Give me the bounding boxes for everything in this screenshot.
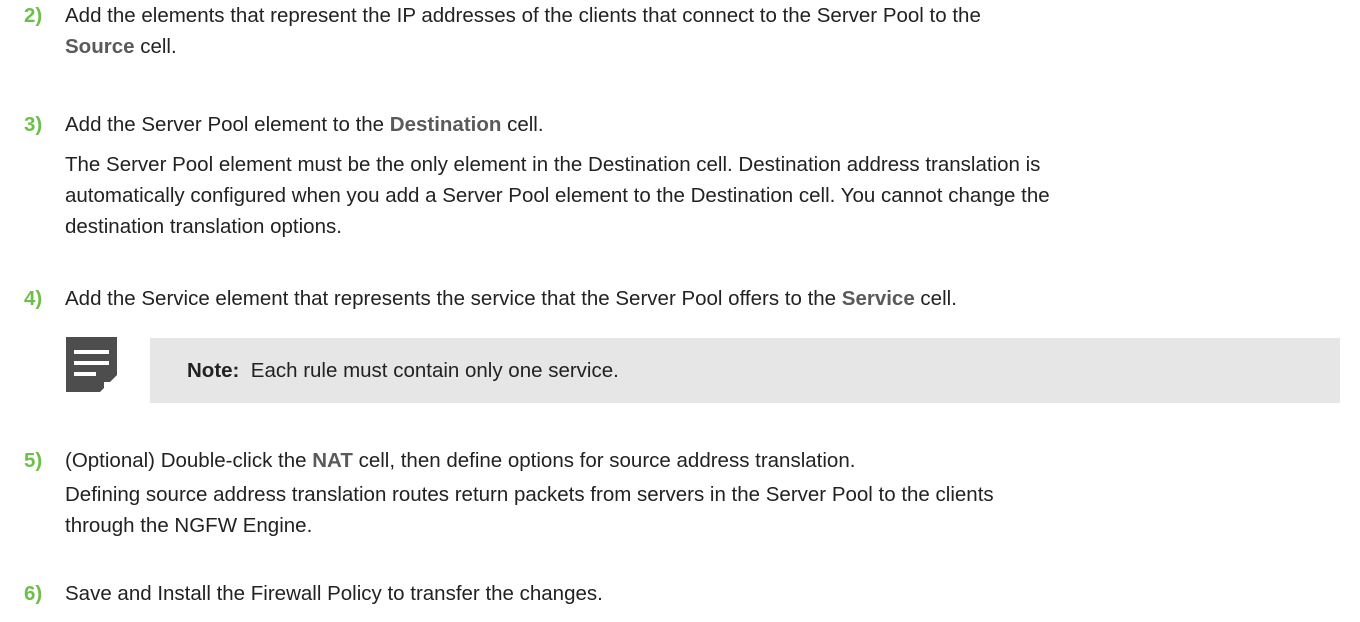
ui-term-destination: Destination [389,113,502,136]
note-text: Note: Each rule must contain only one se… [187,355,619,386]
step-line-head: (Optional) Double-click the [65,449,313,472]
step-text: (Optional) Double-click the NAT cell, th… [65,445,1330,541]
note-label: Note: [187,359,240,382]
paragraph-line: through the NGFW Engine. [65,514,313,537]
step-number: 6) [24,582,43,605]
note-box: Note: Each rule must contain only one se… [150,338,1340,403]
note-icon [66,337,117,392]
step-number: 3) [24,113,43,136]
step-number: 4) [24,287,43,310]
paragraph-line: The Server Pool element must be the only… [65,153,1041,176]
step-line-tail: cell. [501,113,544,136]
step-line: Save and Install the Firewall Policy to … [65,582,603,605]
step-number: 2) [24,4,43,27]
step-line-tail: cell. [914,287,957,310]
step-text: Add the Service element that represents … [65,283,1330,314]
step-line-tail: cell. [134,35,177,58]
step-text: Add the elements that represent the IP a… [65,0,1330,62]
ui-term-service: Service [841,287,915,310]
step-paragraph: Defining source address translation rout… [65,479,1330,541]
step-line: Source cell. [65,31,1330,62]
step-line: (Optional) Double-click the NAT cell, th… [65,445,1330,476]
paragraph-line: Defining source address translation rout… [65,483,994,506]
paragraph-line: automatically configured when you add a … [65,184,1050,207]
step-line-tail: cell, then define options for source add… [352,449,856,472]
step-text: Save and Install the Firewall Policy to … [65,578,1330,609]
step-number: 5) [24,449,43,472]
step-line: Add the Service element that represents … [65,283,1330,314]
note-body: Each rule must contain only one service. [239,359,619,382]
paragraph-line: destination translation options. [65,215,342,238]
step-paragraph: The Server Pool element must be the only… [65,149,1330,242]
ui-term-source: Source [65,35,135,58]
step-line: Add the elements that represent the IP a… [65,4,981,27]
step-line-head: Add the Server Pool element to the [65,113,390,136]
step-line-head: Add the Service element that represents … [65,287,842,310]
step-line: Add the Server Pool element to the Desti… [65,109,1330,140]
step-text: Add the Server Pool element to the Desti… [65,109,1330,242]
ui-term-nat: NAT [312,449,353,472]
